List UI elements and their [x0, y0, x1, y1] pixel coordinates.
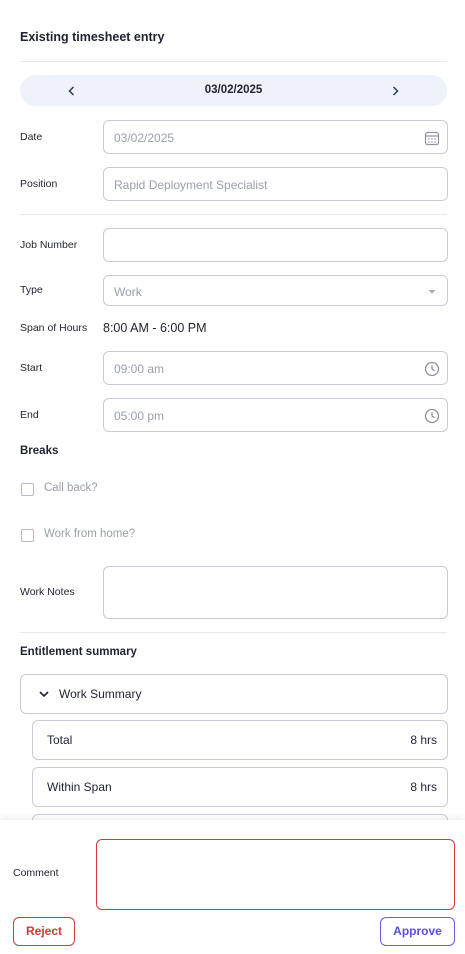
start-label: Start — [20, 362, 43, 374]
position-value: Rapid Deployment Specialist — [114, 178, 268, 192]
current-date: 03/02/2025 — [204, 84, 263, 96]
call-back-label: Call back? — [44, 482, 98, 494]
clock-icon[interactable] — [424, 361, 440, 377]
calendar-icon[interactable] — [424, 130, 440, 146]
job-number-input[interactable] — [103, 228, 448, 262]
breaks-heading: Breaks — [20, 445, 59, 457]
work-notes-label: Work Notes — [20, 586, 75, 598]
page-title: Existing timesheet entry — [20, 30, 165, 44]
call-back-checkbox[interactable] — [21, 483, 34, 496]
span-of-hours-label: Span of Hours — [20, 322, 88, 334]
end-time-field[interactable]: 05:00 pm — [103, 398, 448, 432]
clock-icon[interactable] — [424, 408, 440, 424]
date-label: Date — [20, 131, 43, 143]
span-of-hours-value: 8:00 AM - 6:00 PM — [103, 321, 207, 335]
work-from-home-label: Work from home? — [44, 528, 136, 540]
divider — [20, 632, 447, 633]
caret-down-icon — [428, 290, 436, 294]
summary-row-within-span: Within Span 8 hrs — [32, 767, 448, 807]
summary-value: 8 hrs — [410, 733, 437, 747]
timesheet-page: Existing timesheet entry 03/02/2025 Date… — [0, 0, 465, 954]
work-from-home-checkbox[interactable] — [21, 529, 34, 542]
summary-value: 8 hrs — [410, 780, 437, 794]
chevron-down-icon — [39, 691, 49, 698]
type-label: Type — [20, 284, 43, 296]
position-field[interactable]: Rapid Deployment Specialist — [103, 167, 448, 201]
start-time-field[interactable]: 09:00 am — [103, 351, 448, 385]
entitlement-summary-heading: Entitlement summary — [20, 646, 137, 658]
approval-footer: Comment Reject Approve — [0, 820, 465, 954]
accordion-title: Work Summary — [59, 687, 142, 701]
work-notes-textarea[interactable] — [103, 566, 448, 619]
date-field[interactable]: 03/02/2025 — [103, 120, 448, 154]
end-label: End — [20, 409, 39, 421]
date-navigator: 03/02/2025 — [20, 75, 447, 106]
comment-textarea[interactable] — [96, 839, 455, 910]
start-time-value: 09:00 am — [114, 362, 165, 376]
summary-label: Within Span — [47, 780, 112, 794]
job-number-label: Job Number — [20, 239, 78, 251]
summary-label: Total — [47, 733, 73, 747]
divider — [20, 61, 447, 62]
divider — [20, 214, 447, 215]
chevron-right-icon — [392, 86, 399, 96]
type-select[interactable]: Work — [103, 275, 448, 306]
summary-row-total: Total 8 hrs — [32, 720, 448, 760]
next-day-button[interactable] — [386, 82, 404, 100]
position-label: Position — [20, 178, 58, 190]
approve-button[interactable]: Approve — [380, 917, 455, 946]
type-value: Work — [114, 285, 142, 299]
date-value: 03/02/2025 — [114, 131, 175, 145]
end-time-value: 05:00 pm — [114, 409, 165, 423]
reject-button[interactable]: Reject — [13, 917, 75, 946]
comment-label: Comment — [13, 867, 59, 879]
work-summary-accordion[interactable]: Work Summary — [20, 674, 448, 714]
